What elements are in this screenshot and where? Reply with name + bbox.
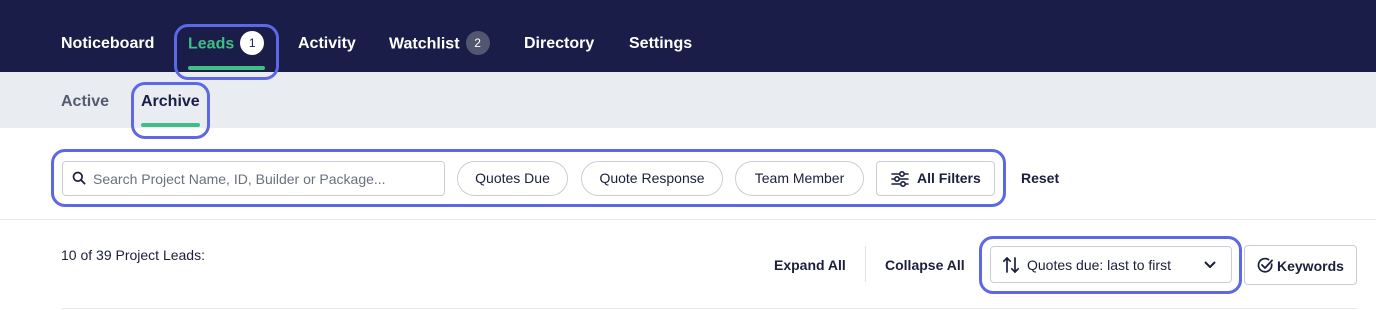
tab-archive[interactable]: Archive [141, 92, 200, 112]
nav-item-leads-label: Leads [188, 35, 235, 53]
nav-item-activity[interactable]: Activity [298, 34, 356, 54]
search-icon [72, 171, 86, 185]
expand-all-button[interactable]: Expand All [774, 257, 846, 273]
all-filters-button[interactable]: All Filters [876, 161, 995, 196]
nav-item-leads[interactable]: Leads 1 [188, 31, 265, 55]
nav-item-directory[interactable]: Directory [524, 34, 594, 54]
search-input[interactable] [93, 162, 438, 195]
check-circle-icon [1257, 257, 1273, 273]
active-nav-indicator [188, 66, 265, 70]
watchlist-count-badge: 2 [465, 31, 490, 55]
search-box[interactable] [62, 161, 445, 196]
quotes-due-filter-button[interactable]: Quotes Due [457, 161, 568, 196]
leads-count-badge: 1 [240, 31, 265, 55]
team-member-filter-button[interactable]: Team Member [735, 161, 864, 196]
nav-item-settings[interactable]: Settings [629, 34, 692, 54]
keywords-label: Keywords [1277, 258, 1344, 274]
top-navigation: Noticeboard Leads 1 Activity Watchlist 2 D… [0, 0, 1376, 72]
tab-active[interactable]: Active [61, 92, 109, 112]
sub-navigation: Active Archive [0, 72, 1376, 128]
sliders-icon [891, 171, 909, 187]
sort-arrows-icon [1002, 257, 1020, 273]
nav-item-watchlist-label: Watchlist [389, 35, 460, 53]
sort-select[interactable]: Quotes due: last to first [990, 246, 1232, 283]
filter-bar: Quotes Due Quote Response Team Member Al… [0, 128, 1376, 220]
list-divider [62, 308, 1357, 309]
quote-response-filter-button[interactable]: Quote Response [581, 161, 723, 196]
collapse-all-button[interactable]: Collapse All [885, 257, 965, 273]
keywords-button[interactable]: Keywords [1244, 245, 1357, 285]
reset-button[interactable]: Reset [1021, 170, 1059, 186]
nav-item-noticeboard[interactable]: Noticeboard [61, 34, 154, 54]
results-count: 10 of 39 Project Leads: [61, 247, 205, 263]
active-tab-indicator [141, 123, 200, 127]
chevron-down-icon [1204, 261, 1216, 268]
all-filters-label: All Filters [917, 170, 981, 186]
nav-item-watchlist[interactable]: Watchlist 2 [389, 31, 490, 55]
divider [865, 246, 866, 282]
sort-select-value: Quotes due: last to first [1027, 257, 1171, 273]
